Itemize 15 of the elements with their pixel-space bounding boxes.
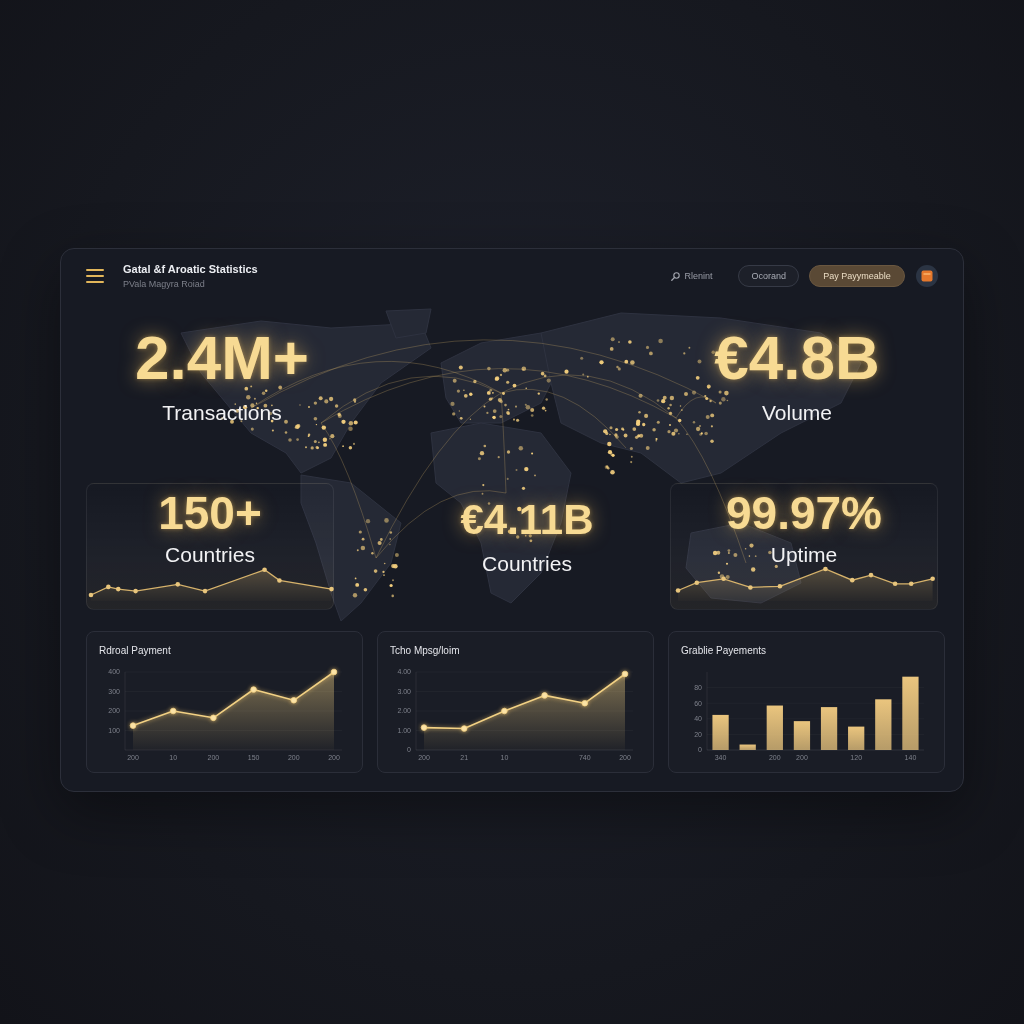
chart-title: Rdroal Payment: [99, 644, 172, 658]
stat-label: Countries: [165, 542, 255, 567]
stat-value: 2.4M+: [134, 327, 309, 389]
stat-value: €4.11B: [460, 499, 594, 541]
stat-value: €4.8B: [714, 327, 880, 389]
stat-value: 99.97%: [726, 490, 882, 536]
stat-label: Transactions: [162, 400, 282, 425]
chart-title: Tcho Mpsg/loim: [390, 644, 461, 658]
dashboard-subtitle: PVala Magyra Roiad: [123, 278, 206, 290]
chart-title: Grablie Payements: [681, 644, 768, 658]
stat-value: 150+: [158, 490, 262, 536]
dashboard-title: Gatal &f Aroatic Statistics: [123, 262, 258, 276]
stat-label: Volume: [761, 400, 832, 425]
stat-label: Countries: [482, 551, 572, 576]
stat-label: Uptime: [770, 542, 838, 567]
